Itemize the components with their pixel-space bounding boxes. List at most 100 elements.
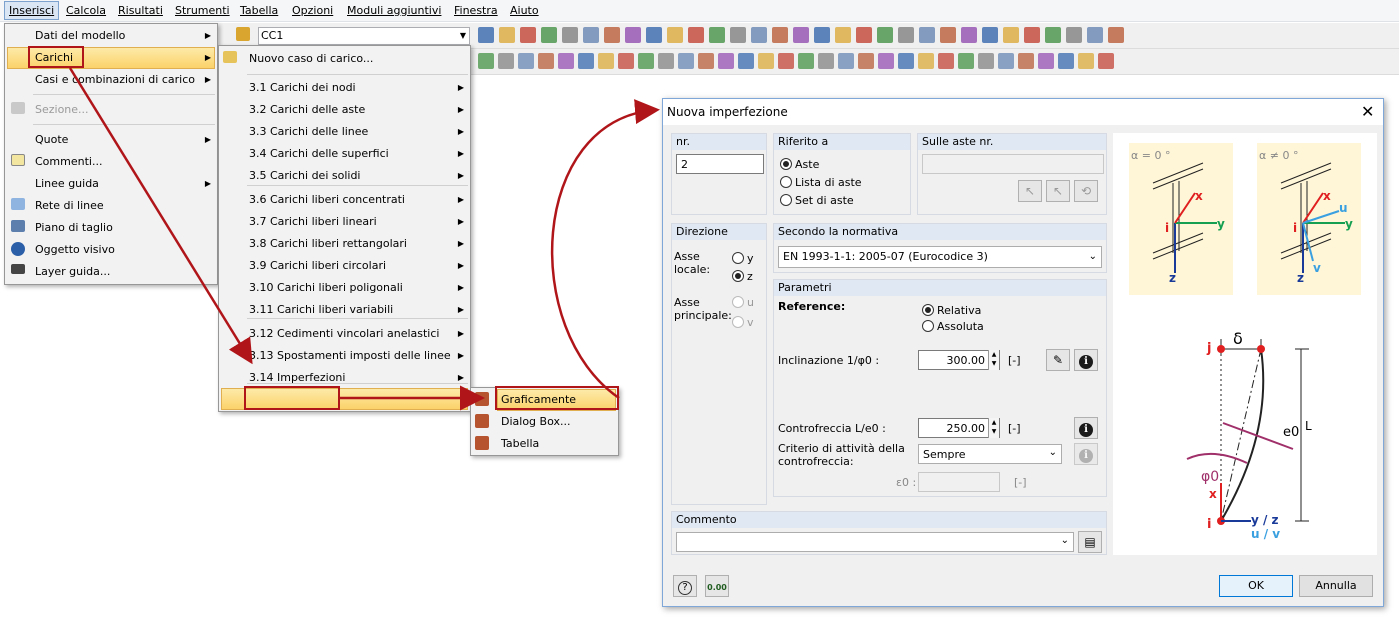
reverse-button[interactable]: ⟲ <box>1074 180 1098 202</box>
inclinazione-label: Inclinazione 1/φ0 : <box>778 354 880 367</box>
info-inclination-button[interactable]: i <box>1074 349 1098 371</box>
spin-icon[interactable]: ▲ ▼ <box>988 418 999 438</box>
node-jp <box>1257 345 1265 353</box>
group-direzione: Direzione Asse locale: y z Asse principa… <box>671 223 767 505</box>
help-icon: ? <box>678 581 692 595</box>
edit-icon: ✎ <box>1052 353 1064 367</box>
uv-label: u / v <box>1251 527 1281 541</box>
group-riferimento: Riferito a Aste Lista di aste Set di ast… <box>773 133 911 215</box>
j-label: j <box>1207 341 1212 356</box>
criterio-select[interactable]: Sempre ⌄ <box>918 444 1062 464</box>
dialog-title: Nuova imperfezione <box>667 105 788 119</box>
parametri-label: Parametri <box>774 280 1106 296</box>
e0-label: ε0 : <box>896 476 917 489</box>
unit-label: [-] <box>1014 476 1027 489</box>
normativa-select[interactable]: EN 1993-1-1: 2005-07 (Eurocodice 3) ⌄ <box>778 246 1102 268</box>
radio-aste[interactable] <box>780 158 792 170</box>
z-small-label-2: z <box>1297 271 1304 285</box>
info-controfreccia-button[interactable]: i <box>1074 417 1098 439</box>
delta-label: δ <box>1233 329 1243 348</box>
diagram-svg <box>1129 143 1361 525</box>
group-sulle-aste: Sulle aste nr. ↖ ↖ ⟲ <box>917 133 1107 215</box>
node-j <box>1217 345 1225 353</box>
units-button[interactable]: 0.00 <box>705 575 729 597</box>
phi0-arc <box>1186 452 1248 464</box>
pick-member-button[interactable]: ↖ <box>1018 180 1042 202</box>
aste-input[interactable] <box>922 154 1104 174</box>
radio-u[interactable] <box>732 296 744 308</box>
cursor-icon: ↖ <box>1024 184 1036 198</box>
asse-principale-label: Asse principale: <box>674 296 732 322</box>
group-normativa: Secondo la normativa EN 1993-1-1: 2005-0… <box>773 223 1107 273</box>
i-small-label: i <box>1165 221 1170 235</box>
radio-lista-label: Lista di aste <box>795 176 862 189</box>
direzione-label: Direzione <box>672 224 766 240</box>
radio-relativa[interactable] <box>922 304 934 316</box>
e0-input[interactable] <box>918 472 1000 492</box>
arrow-to-imperfezioni <box>68 67 253 365</box>
radio-aste-label: Aste <box>795 158 820 171</box>
group-commento: Commento ⌄ ▤ <box>671 511 1107 555</box>
info-icon: i <box>1079 449 1093 463</box>
L-label: L <box>1305 419 1312 433</box>
ok-button[interactable]: OK <box>1219 575 1293 597</box>
y-small-label: y <box>1217 217 1225 231</box>
z-small-label: z <box>1169 271 1176 285</box>
imperfection-dialog: Nuova imperfezione ✕ nr. 2 Riferito a As… <box>662 98 1384 607</box>
reference-label: Reference: <box>778 300 846 313</box>
y-small-label-2: y <box>1345 217 1353 231</box>
group-parametri: Parametri Reference: Relativa Assoluta I… <box>773 279 1107 497</box>
commento-label: Commento <box>672 512 1106 528</box>
radio-z-label: z <box>747 270 753 283</box>
controfreccia-label: Controfreccia L/e0 : <box>778 422 886 435</box>
info-icon: i <box>1079 423 1093 437</box>
radio-y-label: y <box>747 252 754 265</box>
radio-assoluta-label: Assoluta <box>937 320 984 333</box>
radio-v-label: v <box>747 316 754 329</box>
edit-inclination-button[interactable]: ✎ <box>1046 349 1070 371</box>
info-icon: i <box>1079 355 1093 369</box>
radio-assoluta[interactable] <box>922 320 934 332</box>
commento-library-button[interactable]: ▤ <box>1078 531 1102 553</box>
radio-u-label: u <box>747 296 754 309</box>
inclinazione-value: 300.00 <box>946 354 986 367</box>
units-icon: 0.00 <box>707 583 727 592</box>
info-criterio-button[interactable]: i <box>1074 443 1098 465</box>
radio-y[interactable] <box>732 252 744 264</box>
unit-label: [-] <box>1008 354 1021 367</box>
riferimento-label: Riferito a <box>774 134 910 150</box>
radio-relativa-label: Relativa <box>937 304 982 317</box>
criterio-value: Sempre <box>923 448 966 461</box>
x-small-label: x <box>1195 189 1203 203</box>
help-button[interactable]: ? <box>673 575 697 597</box>
alpha0-label: α = 0 ° <box>1131 149 1171 162</box>
radio-lista-aste[interactable] <box>780 176 792 188</box>
library-icon: ▤ <box>1084 535 1096 549</box>
controfreccia-input[interactable]: 250.00 ▲ ▼ <box>918 418 1000 438</box>
radio-z[interactable] <box>732 270 744 282</box>
chevron-down-icon: ⌄ <box>1088 251 1097 262</box>
close-icon[interactable]: ✕ <box>1361 102 1374 121</box>
group-nr: nr. 2 <box>671 133 767 215</box>
commento-input[interactable]: ⌄ <box>676 532 1074 552</box>
loop-icon: ⟲ <box>1080 184 1092 198</box>
spin-icon[interactable]: ▲ ▼ <box>988 350 999 370</box>
normativa-label: Secondo la normativa <box>774 224 1106 240</box>
v-small-label: v <box>1313 261 1321 275</box>
phi0-diagram-label: φ0 <box>1201 469 1220 485</box>
inclinazione-input[interactable]: 300.00 ▲ ▼ <box>918 350 1000 370</box>
criterio-label: Criterio di attività della controfreccia… <box>778 442 905 468</box>
nr-input[interactable]: 2 <box>676 154 764 174</box>
radio-set-label: Set di aste <box>795 194 854 207</box>
i-small-label-2: i <box>1293 221 1298 235</box>
e0-diagram-label: e0 <box>1283 425 1300 440</box>
pick-multiple-button[interactable]: ↖ <box>1046 180 1070 202</box>
arrow-to-dialog <box>550 99 660 400</box>
cancel-button[interactable]: Annulla <box>1299 575 1373 597</box>
alphan-label: α ≠ 0 ° <box>1259 149 1299 162</box>
radio-set-aste[interactable] <box>780 194 792 206</box>
yz-label: y / z <box>1251 513 1279 527</box>
x-label: x <box>1209 487 1217 501</box>
nr-label: nr. <box>672 134 766 150</box>
radio-v[interactable] <box>732 316 744 328</box>
